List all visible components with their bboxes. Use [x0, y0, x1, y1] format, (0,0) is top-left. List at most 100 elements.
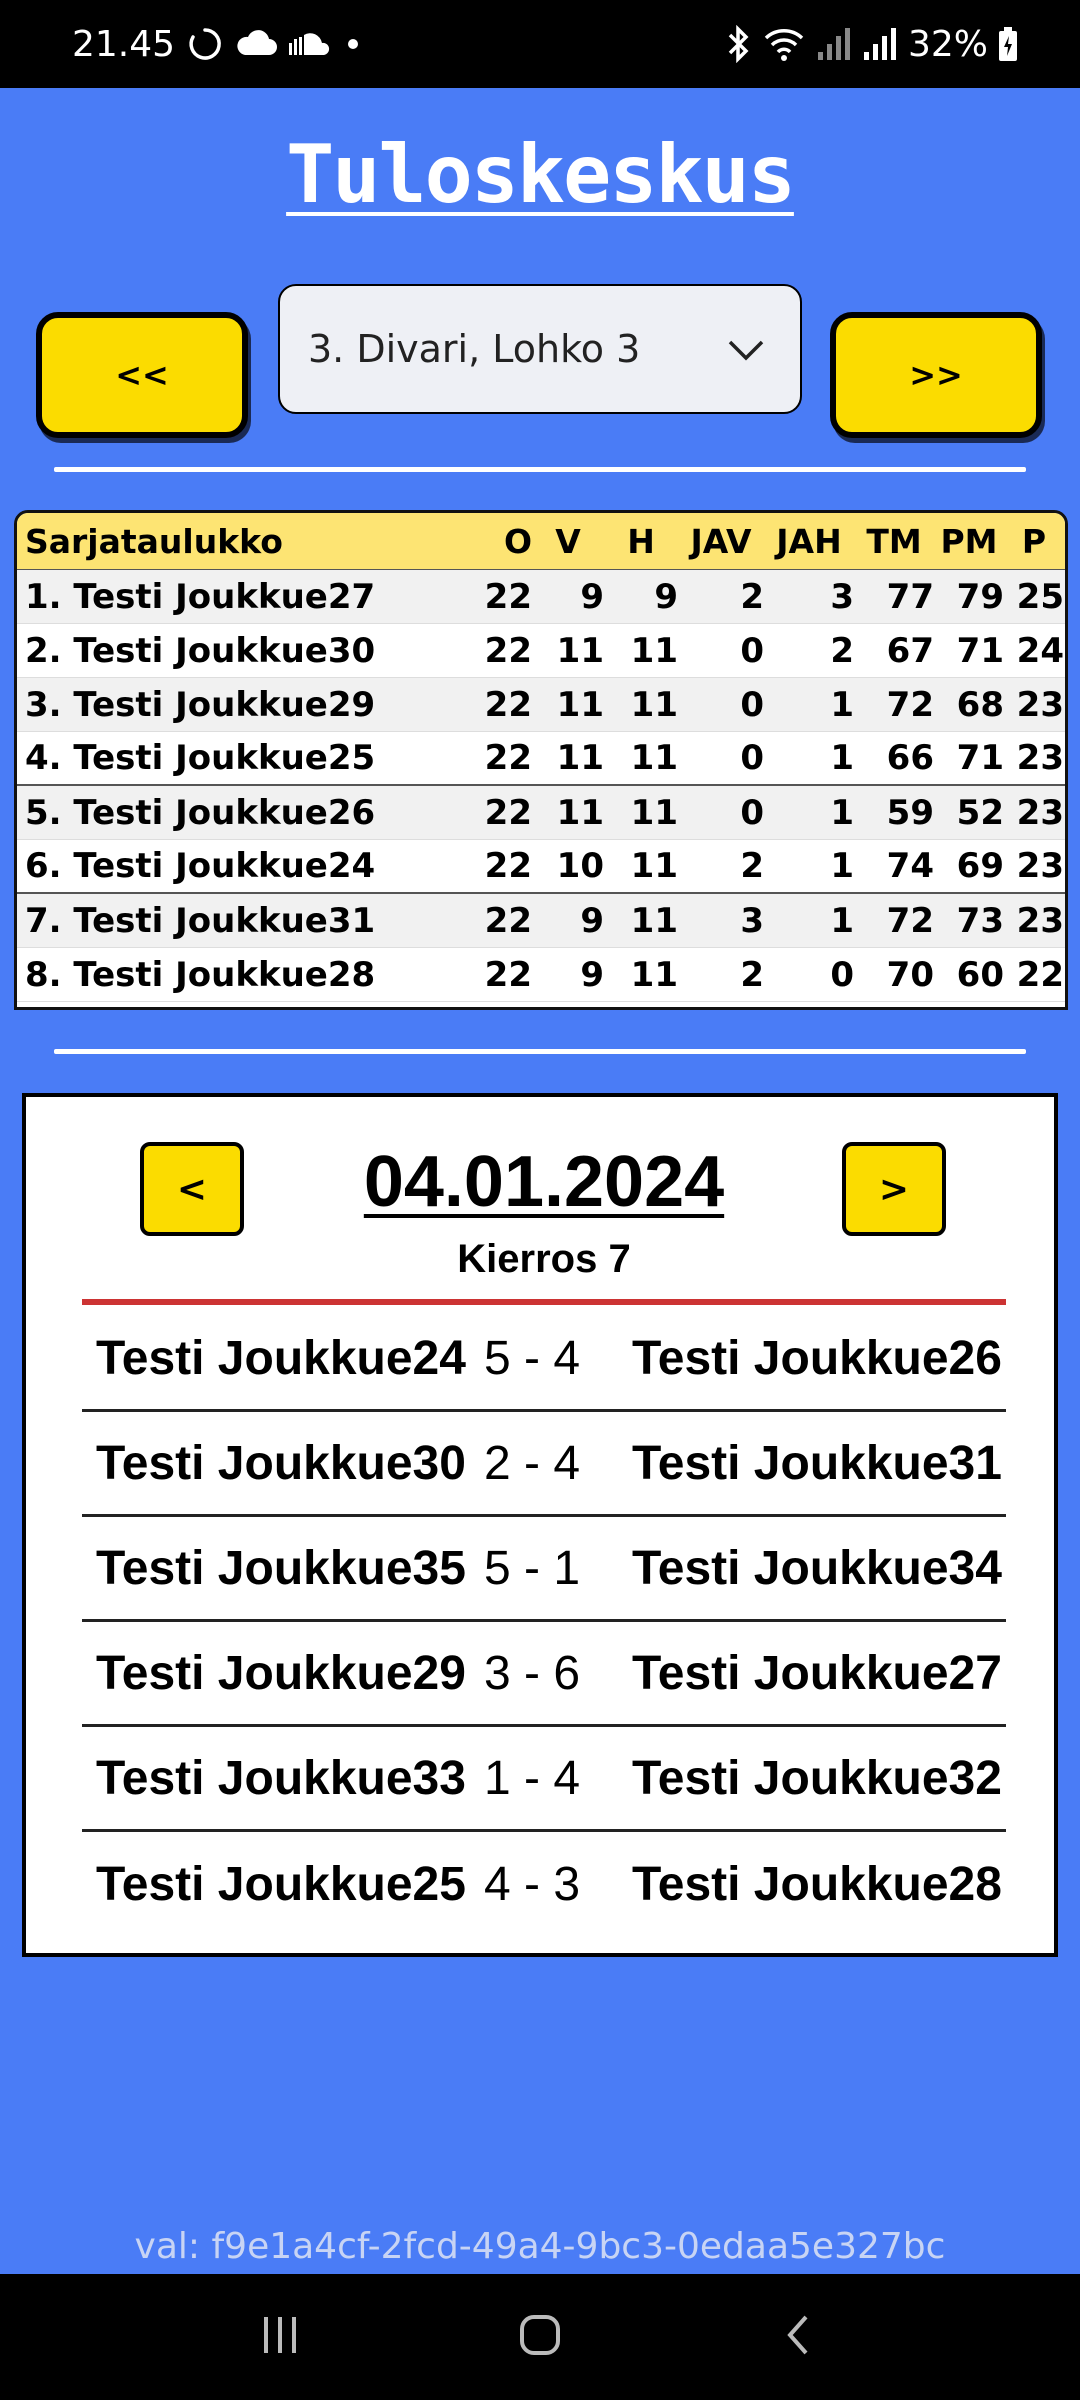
- stat-h: 9: [654, 576, 678, 617]
- soundcloud-icon: [287, 29, 333, 59]
- next-league-button[interactable]: >>: [830, 312, 1042, 438]
- home-team: Testi Joukkue33: [96, 1751, 466, 1805]
- stat-jah: 1: [830, 900, 854, 941]
- stat-pm: 60: [956, 954, 1004, 995]
- stat-jah: 3: [830, 576, 854, 617]
- match-row[interactable]: Testi Joukkue30 2 - 4 Testi Joukkue31: [82, 1412, 1006, 1517]
- stat-v: 9: [580, 576, 604, 617]
- header-h: H: [627, 521, 655, 561]
- prev-league-button[interactable]: <<: [36, 312, 248, 438]
- stat-o: 22: [484, 846, 532, 886]
- stat-o: 22: [484, 684, 532, 725]
- red-divider: [82, 1299, 1006, 1305]
- match-score: 4 - 3: [483, 1858, 581, 1911]
- table-row: 6. Testi Joukkue24 22 10 11 2 1 74 69 23: [17, 840, 1065, 894]
- stat-jav: 2: [740, 954, 764, 995]
- stat-h: 11: [630, 738, 678, 778]
- bluetooth-icon: [724, 25, 752, 63]
- home-team: Testi Joukkue35: [96, 1541, 466, 1595]
- divider-bottom: [54, 1049, 1026, 1054]
- sync-icon: [185, 24, 225, 64]
- stat-jah: 1: [830, 684, 854, 725]
- stat-jav: 3: [740, 900, 764, 941]
- match-row[interactable]: Testi Joukkue25 4 - 3 Testi Joukkue28: [82, 1832, 1006, 1937]
- notification-dot-icon: [343, 34, 363, 54]
- header-jah: JAH: [776, 521, 842, 561]
- app-title: Tuloskeskus: [286, 128, 796, 221]
- header-o: O: [503, 521, 532, 561]
- stat-o: 22: [484, 792, 532, 833]
- stat-tm: 66: [886, 738, 934, 778]
- team-name: 4. Testi Joukkue25: [25, 738, 376, 778]
- stat-v: 9: [580, 900, 604, 941]
- home-icon[interactable]: [518, 2313, 562, 2362]
- match-list: Testi Joukkue24 5 - 4 Testi Joukkue26 Testi…: [82, 1307, 1006, 1937]
- stat-jav: 0: [740, 684, 764, 725]
- standings-header: Sarjataulukko O V H JAV JAH TM PM P: [17, 513, 1065, 570]
- stat-jah: 2: [830, 630, 854, 671]
- stat-h: 11: [630, 792, 678, 833]
- stat-p: 24: [1016, 630, 1064, 671]
- stat-v: 11: [556, 792, 604, 833]
- cloud-icon: [235, 29, 278, 59]
- stat-pm: 73: [956, 900, 1004, 941]
- stat-v: 11: [556, 738, 604, 778]
- header-v: V: [555, 521, 581, 561]
- battery-percent: 32%: [907, 23, 988, 65]
- stat-h: 11: [630, 684, 678, 725]
- stat-tm: 72: [886, 684, 934, 725]
- team-name: 1. Testi Joukkue27: [25, 576, 376, 617]
- back-icon[interactable]: [778, 2313, 822, 2362]
- match-score: 5 - 1: [483, 1541, 581, 1595]
- system-nav-bar: [0, 2274, 1080, 2400]
- match-row[interactable]: Testi Joukkue35 5 - 1 Testi Joukkue34: [82, 1517, 1006, 1622]
- stat-v: 10: [556, 846, 604, 886]
- status-bar: 21.45 32%: [0, 0, 1080, 88]
- away-team: Testi Joukkue27: [632, 1646, 1002, 1700]
- match-row[interactable]: Testi Joukkue33 1 - 4 Testi Joukkue32: [82, 1727, 1006, 1832]
- header-jav: JAV: [690, 521, 752, 561]
- matches-panel: < 04.01.2024 > Kierros 7 Testi Joukkue24…: [22, 1093, 1058, 1957]
- home-team: Testi Joukkue29: [96, 1646, 466, 1700]
- stat-tm: 72: [886, 900, 934, 941]
- stat-pm: 69: [956, 846, 1004, 886]
- home-team: Testi Joukkue30: [96, 1436, 466, 1490]
- stat-pm: 71: [956, 630, 1004, 671]
- stat-h: 11: [630, 846, 678, 886]
- match-score: 5 - 4: [483, 1331, 581, 1385]
- stat-v: 9: [580, 954, 604, 995]
- table-row: 3. Testi Joukkue29 22 11 11 0 1 72 68 23: [17, 678, 1065, 732]
- team-name: 2. Testi Joukkue30: [25, 630, 376, 671]
- stat-o: 22: [484, 954, 532, 995]
- stat-jav: 0: [740, 792, 764, 833]
- recent-apps-icon[interactable]: [258, 2313, 302, 2362]
- status-time: 21.45: [72, 23, 176, 65]
- standings-table: Sarjataulukko O V H JAV JAH TM PM P 1. T…: [14, 510, 1068, 1010]
- stat-tm: 70: [886, 954, 934, 995]
- table-row: 2. Testi Joukkue30 22 11 11 0 2 67 71 24: [17, 624, 1065, 678]
- header-pm: PM: [940, 521, 998, 561]
- away-team: Testi Joukkue32: [632, 1751, 1002, 1805]
- stat-jav: 2: [740, 576, 764, 617]
- next-day-button[interactable]: >: [842, 1142, 946, 1236]
- stat-tm: 59: [886, 792, 934, 833]
- match-row[interactable]: Testi Joukkue24 5 - 4 Testi Joukkue26: [82, 1307, 1006, 1412]
- stat-o: 22: [484, 576, 532, 617]
- table-row: 7. Testi Joukkue31 22 9 11 3 1 72 73 23: [17, 894, 1065, 948]
- match-row[interactable]: Testi Joukkue29 3 - 6 Testi Joukkue27: [82, 1622, 1006, 1727]
- stat-pm: 79: [956, 576, 1004, 617]
- header-sarjataulukko: Sarjataulukko: [25, 521, 283, 561]
- wifi-icon: [762, 26, 806, 62]
- team-name: 5. Testi Joukkue26: [25, 792, 376, 833]
- stat-jah: 0: [830, 954, 854, 995]
- stat-tm: 77: [886, 576, 934, 617]
- round-label: Kierros 7: [457, 1237, 631, 1281]
- header-tm: TM: [866, 521, 922, 561]
- stat-tm: 74: [886, 846, 934, 886]
- status-left: 21.45: [72, 24, 363, 65]
- signal-icon-2: [862, 26, 898, 62]
- league-select[interactable]: 3. Divari, Lohko 3: [278, 284, 802, 414]
- table-row: 1. Testi Joukkue27 22 9 9 2 3 77 79 25: [17, 570, 1065, 624]
- stat-o: 22: [484, 738, 532, 778]
- league-select-value: 3. Divari, Lohko 3: [308, 327, 641, 371]
